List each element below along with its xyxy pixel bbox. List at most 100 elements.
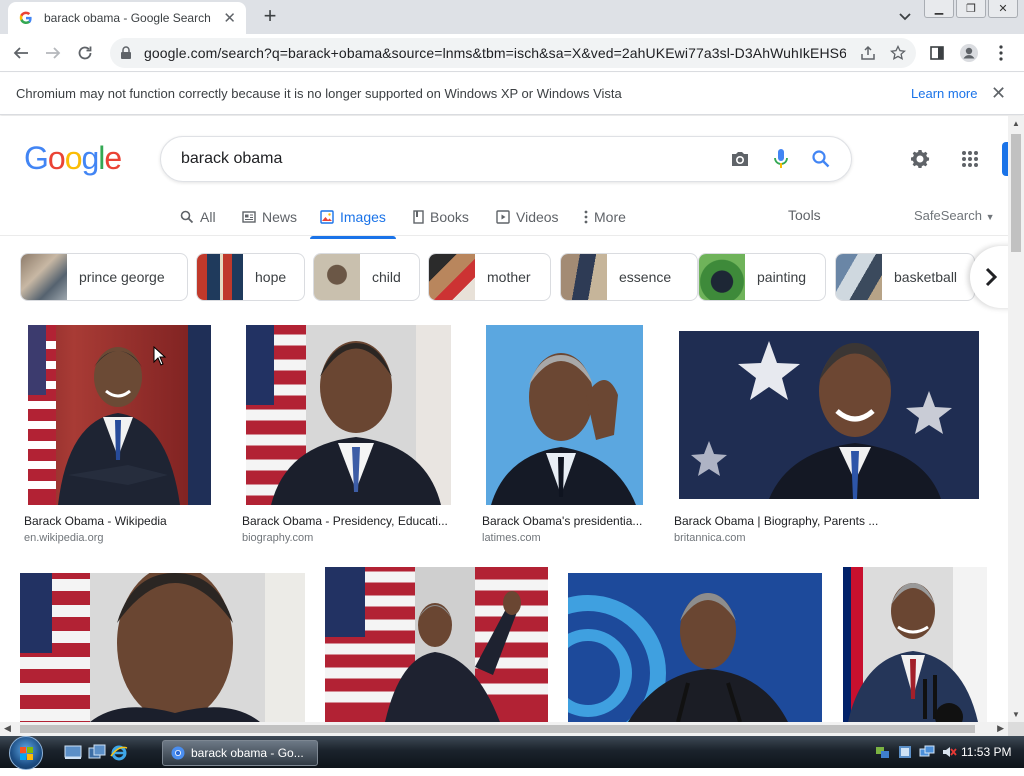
- chip-essence[interactable]: essence: [560, 253, 698, 301]
- windows-taskbar: barack obama - Go... 11:53 PM: [0, 736, 1024, 770]
- result-image[interactable]: [679, 331, 979, 499]
- restore-button[interactable]: ❐: [956, 0, 986, 18]
- minimize-button[interactable]: ▁: [924, 0, 954, 18]
- tools-button[interactable]: Tools: [788, 207, 821, 223]
- logo-letter: g: [81, 140, 99, 176]
- chip-painting[interactable]: painting: [698, 253, 826, 301]
- tab-search-chevron-icon[interactable]: [893, 6, 917, 28]
- safesearch-dropdown[interactable]: SafeSearch ▼: [914, 208, 994, 223]
- result-source[interactable]: britannica.com: [674, 532, 746, 544]
- result-image[interactable]: [325, 567, 548, 722]
- result-source[interactable]: biography.com: [242, 532, 313, 544]
- google-logo[interactable]: Google: [24, 140, 122, 177]
- search-nav-tabs: All News Images Books Videos More Tools …: [0, 202, 1008, 239]
- vertical-scroll-thumb[interactable]: [1011, 134, 1021, 252]
- tab-books[interactable]: Books: [413, 206, 469, 228]
- result-caption[interactable]: Barack Obama - Wikipedia: [24, 514, 214, 528]
- show-desktop-icon[interactable]: [64, 744, 82, 760]
- internet-explorer-icon[interactable]: [110, 744, 128, 761]
- tab-all[interactable]: All: [180, 206, 216, 228]
- horizontal-scrollbar[interactable]: ◀ ▶: [0, 722, 1008, 736]
- result-caption[interactable]: Barack Obama's presidentia...: [482, 514, 647, 528]
- logo-letter: o: [64, 140, 83, 176]
- tab-label: News: [262, 209, 298, 225]
- browser-tab[interactable]: barack obama - Google Search ✕: [8, 2, 246, 34]
- scroll-up-arrow-icon[interactable]: ▲: [1012, 119, 1020, 128]
- taskbar-item-label: barack obama - Go...: [191, 746, 304, 760]
- taskbar-chromium-item[interactable]: barack obama - Go...: [162, 740, 318, 766]
- camera-icon[interactable]: [729, 149, 751, 169]
- chip-child[interactable]: child: [313, 253, 420, 301]
- result-image[interactable]: [246, 325, 451, 505]
- chip-hope[interactable]: hope: [196, 253, 305, 301]
- tab-label: All: [200, 209, 216, 225]
- search-query[interactable]: barack obama: [181, 150, 707, 168]
- lock-icon[interactable]: [120, 46, 132, 60]
- logo-letter: e: [104, 140, 122, 176]
- tray-network-share-icon[interactable]: [875, 744, 891, 760]
- result-caption[interactable]: Barack Obama - Presidency, Educati...: [242, 514, 452, 528]
- tab-news[interactable]: News: [242, 206, 297, 228]
- tab-videos[interactable]: Videos: [496, 206, 559, 228]
- chip-prince-george[interactable]: prince george: [20, 253, 188, 301]
- logo-letter: G: [24, 140, 49, 176]
- result-image[interactable]: [486, 325, 643, 505]
- window-controls: ▁ ❐ ✕: [924, 0, 1018, 18]
- result-image[interactable]: [568, 573, 822, 722]
- reload-button[interactable]: [72, 40, 98, 66]
- chip-basketball[interactable]: basketball: [835, 253, 975, 301]
- result-image[interactable]: [843, 567, 987, 722]
- tray-volume-muted-icon[interactable]: [941, 744, 957, 760]
- settings-gear-icon[interactable]: [908, 147, 932, 171]
- learn-more-link[interactable]: Learn more: [911, 86, 977, 101]
- result-image[interactable]: [28, 325, 211, 505]
- bookmark-star-icon[interactable]: [890, 45, 906, 61]
- search-box[interactable]: barack obama: [160, 136, 852, 182]
- horizontal-scroll-thumb[interactable]: [20, 725, 975, 733]
- forward-button[interactable]: [40, 40, 66, 66]
- infobar-close-icon[interactable]: ✕: [991, 83, 1006, 104]
- switch-windows-icon[interactable]: [88, 744, 106, 760]
- url-text: google.com/search?q=barack+obama&source=…: [144, 45, 846, 61]
- browser-menu-icon[interactable]: [988, 40, 1014, 66]
- back-button[interactable]: [8, 40, 34, 66]
- scrollbar-corner: [1008, 722, 1024, 736]
- google-favicon-icon: [18, 10, 34, 26]
- safesearch-label: SafeSearch: [914, 208, 982, 223]
- result-source[interactable]: en.wikipedia.org: [24, 532, 104, 544]
- microphone-icon[interactable]: [773, 148, 789, 170]
- chip-mother[interactable]: mother: [428, 253, 551, 301]
- result-image[interactable]: [20, 573, 305, 722]
- side-panel-icon[interactable]: [924, 40, 950, 66]
- chip-label: essence: [619, 269, 672, 285]
- chevron-right-icon: [985, 267, 998, 287]
- profile-avatar-icon[interactable]: [956, 40, 982, 66]
- share-icon[interactable]: [860, 45, 876, 61]
- address-bar[interactable]: google.com/search?q=barack+obama&source=…: [110, 38, 916, 68]
- taskbar-clock[interactable]: 11:53 PM: [961, 745, 1011, 759]
- chip-label: hope: [255, 269, 287, 285]
- tab-label: Images: [340, 209, 386, 225]
- scroll-left-arrow-icon[interactable]: ◀: [4, 723, 11, 734]
- tab-images[interactable]: Images: [310, 206, 396, 239]
- close-window-button[interactable]: ✕: [988, 0, 1018, 18]
- dropdown-arrow-icon: ▼: [985, 212, 995, 222]
- apps-grid-icon[interactable]: [958, 147, 982, 171]
- chip-thumbnail: [314, 254, 360, 300]
- scroll-right-arrow-icon[interactable]: ▶: [997, 723, 1004, 734]
- tray-app-icon[interactable]: [897, 744, 913, 760]
- new-tab-button[interactable]: +: [258, 4, 282, 28]
- vertical-scrollbar[interactable]: ▲ ▼: [1008, 116, 1024, 722]
- tab-label: Videos: [516, 209, 559, 225]
- search-icon[interactable]: [811, 149, 831, 169]
- system-tray: [875, 736, 957, 768]
- chips-next-button[interactable]: [970, 246, 1008, 308]
- news-icon: [242, 211, 256, 223]
- tab-more[interactable]: More: [584, 206, 626, 228]
- tab-close-icon[interactable]: ✕: [223, 9, 236, 27]
- scroll-down-arrow-icon[interactable]: ▼: [1012, 710, 1020, 719]
- result-caption[interactable]: Barack Obama | Biography, Parents ...: [674, 514, 889, 528]
- tray-network-icon[interactable]: [919, 744, 935, 760]
- start-button[interactable]: [9, 736, 43, 770]
- result-source[interactable]: latimes.com: [482, 532, 541, 544]
